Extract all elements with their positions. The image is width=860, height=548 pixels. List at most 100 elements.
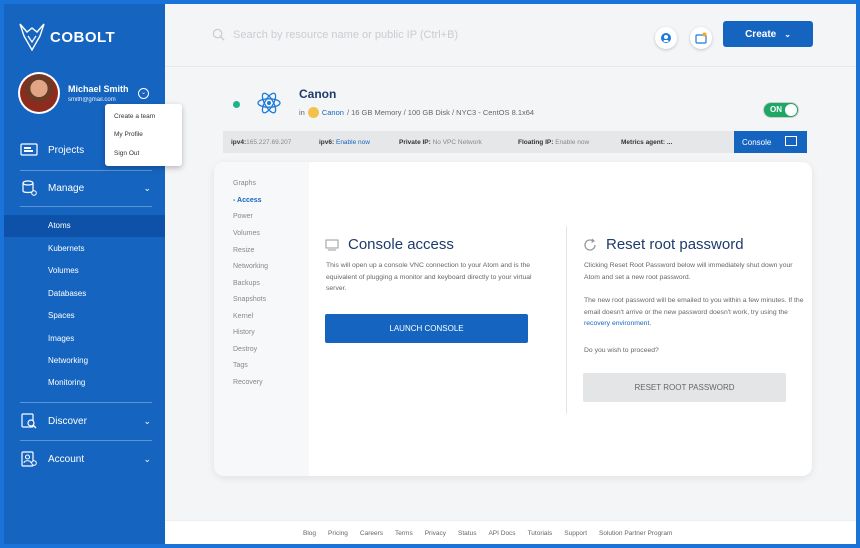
menu-item-create-team[interactable]: Create a team (114, 113, 155, 120)
nav-manage[interactable]: Manage ⌄ (4, 174, 165, 202)
reset-password-note: The new root password will be emailed to… (584, 297, 804, 327)
sidebar-item-atoms[interactable]: Atoms (4, 215, 165, 237)
subnav-tags[interactable]: Tags (233, 362, 248, 369)
project-link[interactable]: Canon (322, 108, 344, 117)
account-icon (20, 451, 38, 467)
footer-link-api-docs[interactable]: API Docs (488, 530, 515, 537)
nav-account[interactable]: Account ⌄ (4, 445, 165, 473)
database-gear-icon (20, 180, 38, 196)
create-button-label: Create (745, 28, 777, 40)
console-button[interactable]: Console (734, 131, 807, 153)
search-icon (212, 28, 225, 41)
nav-discover-label: Discover (48, 415, 87, 427)
user-email: smith@gmail.com (68, 96, 116, 103)
discover-search-icon (20, 413, 38, 429)
sidebar-item-images[interactable]: Images (4, 328, 165, 350)
footer-link-terms[interactable]: Terms (395, 530, 413, 537)
chevron-down-icon: ⌄ (143, 453, 151, 464)
sidebar-item-spaces[interactable]: Spaces (4, 305, 165, 327)
subnav-history[interactable]: History (233, 329, 255, 336)
footer-link-privacy[interactable]: Privacy (425, 530, 446, 537)
sidebar-item-monitoring[interactable]: Monitoring (4, 372, 165, 394)
brand-logo[interactable]: COBOLT (18, 22, 115, 52)
chevron-down-icon: ⌄ (143, 415, 151, 426)
status-indicator (233, 101, 240, 108)
divider (165, 66, 856, 67)
console-button-label: Console (742, 137, 772, 147)
project-icon (307, 107, 319, 118)
droplet-name: Canon (299, 87, 337, 101)
projects-icon (20, 142, 38, 158)
subnav-resize[interactable]: Resize (233, 247, 254, 254)
user-name: Michael Smith (68, 83, 129, 94)
metrics-agent-label: Metrics agent: ... (621, 139, 673, 146)
subnav-volumes[interactable]: Volumes (233, 230, 260, 237)
subnav-snapshots[interactable]: Snapshots (233, 296, 266, 303)
subnav-graphs[interactable]: Graphs (233, 180, 256, 187)
footer-link-status[interactable]: Status (458, 530, 476, 537)
subnav-networking[interactable]: Networking (233, 263, 268, 270)
cobolt-logo-icon (19, 23, 45, 52)
ipv4-label: ipv4: (231, 139, 247, 146)
droplet-meta: in Canon / 16 GB Memory / 100 GB Disk / … (299, 107, 534, 118)
brand-name: COBOLT (50, 28, 116, 46)
ipv4-value: 165.227.69.207 (246, 139, 292, 146)
monitor-icon (325, 239, 339, 250)
footer-link-careers[interactable]: Careers (360, 530, 383, 537)
floating-ip-label: Floating IP: (518, 139, 554, 146)
divider (20, 402, 152, 403)
subnav-backups[interactable]: Backups (233, 280, 260, 287)
footer-link-support[interactable]: Support (564, 530, 587, 537)
refresh-icon (584, 238, 596, 251)
divider (20, 170, 152, 171)
nav-projects-label: Projects (48, 144, 85, 156)
ipv6-enable-link[interactable]: Enable now (336, 139, 370, 146)
reset-root-password-label: RESET ROOT PASSWORD (634, 383, 735, 392)
footer-link-solution-partner[interactable]: Solution Partner Program (599, 530, 672, 537)
power-toggle-label: ON (770, 105, 782, 114)
sidebar-item-volumes[interactable]: Volumes (4, 260, 165, 282)
subnav-destroy[interactable]: Destroy (233, 346, 257, 353)
search-bar[interactable]: Search by resource name or public IP (Ct… (212, 28, 458, 41)
footer-links: Blog Pricing Careers Terms Privacy Statu… (303, 530, 684, 537)
launch-console-button[interactable]: LAUNCH CONSOLE (325, 314, 528, 343)
sidebar-item-kubernets[interactable]: Kubernets (4, 238, 165, 260)
app-frame: COBOLT Michael Smith smith@gmail.com ⌄ P… (4, 4, 856, 544)
sidebar-item-databases[interactable]: Databases (4, 283, 165, 305)
notifications-icon[interactable] (690, 27, 712, 49)
subnav-kernel[interactable]: Kernel (233, 313, 253, 320)
menu-item-sign-out[interactable]: Sign Out (114, 150, 139, 157)
launch-console-label: LAUNCH CONSOLE (389, 324, 464, 333)
reset-password-title: Reset root password (606, 236, 744, 253)
chevron-down-icon: ⌄ (784, 29, 791, 39)
subnav-recovery[interactable]: Recovery (233, 379, 263, 386)
network-info-bar: ipv4:165.227.69.207 ipv6: Enable now Pri… (223, 131, 807, 153)
nav-discover[interactable]: Discover ⌄ (4, 407, 165, 435)
footer: Blog Pricing Careers Terms Privacy Statu… (165, 520, 856, 544)
subnav-access[interactable]: - Access (233, 197, 262, 204)
react-atom-icon (257, 92, 281, 114)
private-ip-label: Private IP: (399, 139, 431, 146)
divider (20, 440, 152, 441)
monitor-icon (785, 136, 797, 146)
divider (20, 206, 152, 207)
menu-item-my-profile[interactable]: My Profile (114, 131, 143, 138)
power-toggle[interactable]: ON (763, 102, 799, 118)
search-input[interactable]: Search by resource name or public IP (Ct… (233, 29, 458, 41)
subnav-power[interactable]: Power (233, 213, 253, 220)
footer-link-tutorials[interactable]: Tutorials (528, 530, 553, 537)
footer-link-pricing[interactable]: Pricing (328, 530, 348, 537)
footer-link-blog[interactable]: Blog (303, 530, 316, 537)
ipv6-label: ipv6: (319, 139, 335, 146)
sidebar-item-networking[interactable]: Networking (4, 350, 165, 372)
private-ip-value: No VPC Network (432, 139, 482, 146)
recovery-environment-link[interactable]: recovery environment (584, 320, 649, 327)
chevron-down-icon[interactable]: ⌄ (138, 88, 149, 99)
reset-root-password-button[interactable]: RESET ROOT PASSWORD (583, 373, 786, 402)
sidebar: COBOLT Michael Smith smith@gmail.com ⌄ P… (4, 4, 165, 544)
support-icon[interactable] (655, 27, 677, 49)
create-button[interactable]: Create ⌄ (723, 21, 813, 47)
in-label: in (299, 108, 305, 117)
floating-ip-enable-link[interactable]: Enable now (555, 139, 589, 146)
chevron-down-icon: ⌄ (143, 182, 151, 193)
